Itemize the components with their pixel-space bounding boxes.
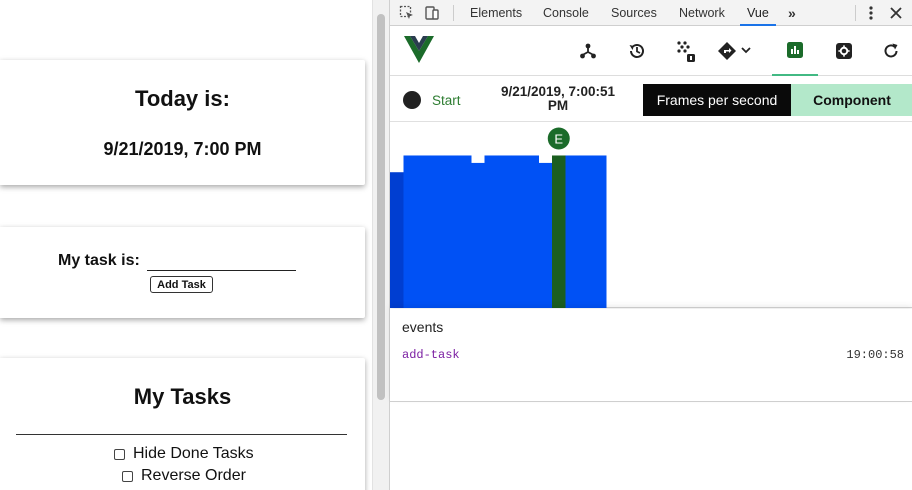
reverse-order-checkbox[interactable] [122, 470, 133, 482]
performance-icon[interactable] [772, 26, 818, 76]
fps-bar [498, 155, 512, 308]
tasks-divider [16, 434, 347, 435]
devtools-panel: Elements Console Sources Network Vue » S… [389, 0, 912, 490]
record-button-icon[interactable] [403, 91, 421, 109]
app-scrollbar[interactable] [372, 0, 389, 490]
today-date: 9/21/2019, 7:00 PM [103, 139, 262, 159]
fps-bar [511, 155, 526, 308]
fps-bar [592, 155, 607, 308]
fps-bar [444, 155, 458, 308]
more-tabs-button[interactable]: » [788, 0, 796, 26]
tab-frames-per-second[interactable]: Frames per second [643, 84, 791, 116]
vuex-icon[interactable] [663, 26, 709, 76]
fps-bar [538, 162, 553, 308]
tab-elements[interactable]: Elements [470, 0, 522, 26]
vue-logo-icon [404, 36, 434, 69]
tasks-title: My Tasks [133, 384, 232, 409]
fps-bar [471, 162, 485, 308]
inspect-element-icon[interactable] [399, 5, 415, 21]
date-card: Today is: 9/21/2019, 7:00 PM [0, 60, 365, 185]
hide-done-label: Hide Done Tasks [133, 445, 254, 462]
devtools-tabbar: Elements Console Sources Network Vue » [390, 0, 912, 26]
fps-bar [525, 155, 539, 308]
vue-toolbar [390, 26, 912, 76]
events-panel: events add-task 19:00:58 [390, 309, 912, 402]
settings-icon[interactable] [821, 26, 867, 76]
tab-sources[interactable]: Sources [611, 0, 657, 26]
tab-network[interactable]: Network [679, 0, 725, 26]
event-name[interactable]: add-task [402, 348, 460, 362]
tasks-card: My Tasks Hide Done Tasks Reverse Order [0, 358, 365, 490]
reverse-order-checkbox-row[interactable]: Reverse Order [122, 467, 246, 485]
events-heading: events [402, 319, 444, 335]
fps-chart-area: E [390, 122, 912, 308]
toolbar-divider [855, 5, 856, 21]
fps-bar [430, 155, 445, 308]
today-title: Today is: [135, 86, 230, 111]
fps-bar [417, 155, 431, 308]
task-label: My task is: [58, 252, 140, 269]
task-input[interactable] [147, 249, 296, 271]
fps-bar [579, 155, 593, 308]
kebab-menu-icon[interactable] [863, 5, 879, 21]
components-icon[interactable] [565, 26, 611, 76]
fps-bar [403, 155, 418, 308]
tab-component[interactable]: Component [791, 84, 912, 116]
toolbar-divider [453, 5, 454, 21]
tab-console[interactable]: Console [543, 0, 589, 26]
app-viewport: Today is: 9/21/2019, 7:00 PM My task is:… [0, 0, 372, 490]
fps-bar [484, 155, 499, 308]
start-label[interactable]: Start [432, 93, 461, 108]
task-card: My task is: Add Task [0, 227, 365, 318]
event-bar [552, 155, 566, 308]
fps-bar [565, 155, 580, 308]
reverse-order-label: Reverse Order [141, 467, 246, 484]
app-scroll-thumb[interactable] [377, 14, 385, 400]
close-icon[interactable] [888, 5, 904, 21]
event-time: 19:00:58 [846, 348, 904, 362]
timeline-header: Start 9/21/2019, 7:00:51 PM Frames per s… [390, 77, 912, 122]
fps-chart: E [390, 127, 607, 308]
tab-vue[interactable]: Vue [740, 0, 776, 26]
add-task-button[interactable]: Add Task [150, 276, 213, 293]
history-icon[interactable] [614, 26, 660, 76]
routing-icon[interactable] [712, 26, 758, 76]
device-toolbar-icon[interactable] [424, 5, 440, 21]
event-marker-label: E [554, 131, 563, 146]
refresh-icon[interactable] [868, 26, 912, 76]
hide-done-checkbox[interactable] [114, 448, 125, 460]
hide-done-checkbox-row[interactable]: Hide Done Tasks [114, 445, 254, 463]
fps-bar [457, 155, 472, 308]
fps-bar [390, 172, 404, 308]
timeline-timestamp: 9/21/2019, 7:00:51 PM [500, 84, 616, 113]
